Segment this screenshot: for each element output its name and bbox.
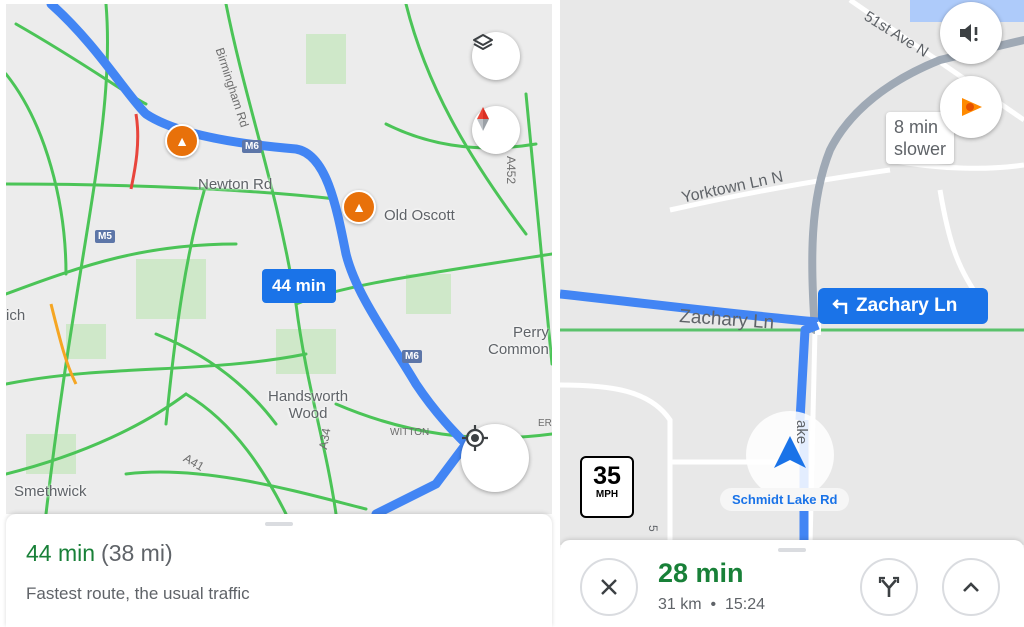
compass-icon (477, 107, 489, 131)
compass-button[interactable] (472, 106, 520, 154)
close-icon (601, 579, 617, 595)
sound-alert-icon (960, 24, 978, 42)
sound-button[interactable] (940, 2, 1002, 64)
map-view[interactable]: Newton Rd Old Oscott Birmingham Rd Perry… (6, 4, 552, 514)
label-five: 5 (646, 525, 660, 532)
route-options-button[interactable] (860, 558, 918, 616)
label-lake: ake (793, 420, 810, 445)
route-summary-sheet[interactable]: 44 min (38 mi) Fastest route, the usual t… (6, 514, 552, 627)
shield-m5: M5 (95, 230, 115, 243)
navigation-bottom-sheet[interactable]: 28 min 31 km • 15:24 (560, 540, 1024, 627)
route-eta-line: 44 min (38 mi) (26, 540, 173, 567)
layers-icon (473, 34, 493, 50)
speed-camera-icon[interactable]: ▲ (342, 190, 376, 224)
label-perry-common: Perry Common (488, 324, 549, 358)
shield-m6-mid: M6 (402, 350, 422, 363)
google-play-music-icon (962, 98, 982, 116)
label-handsworth-wood: Handsworth Wood (268, 388, 349, 422)
label-ich: ich (6, 307, 26, 324)
fork-route-icon (878, 576, 900, 597)
speed-limit-value: 35 (593, 462, 621, 490)
separator-dot: • (706, 596, 721, 613)
expand-sheet-button[interactable] (942, 558, 1000, 616)
speed-limit-sign: 35 MPH (580, 456, 634, 518)
speed-limit-unit: MPH (595, 489, 619, 500)
turn-left-icon (832, 299, 848, 314)
current-street-label: Schmidt Lake Rd (720, 488, 850, 511)
route-description: Fastest route, the usual traffic (26, 584, 250, 603)
label-old-oscott: Old Oscott (384, 207, 455, 224)
label-witton: WITTON (390, 427, 430, 438)
my-location-icon (462, 425, 488, 451)
layers-button[interactable] (472, 32, 520, 80)
my-location-button[interactable] (461, 424, 529, 492)
route-duration-badge[interactable]: 44 min (262, 269, 336, 303)
chevron-up-icon (963, 582, 979, 592)
label-a452: A452 (504, 156, 518, 185)
navigation-arrival-time: 15:24 (724, 596, 766, 613)
exit-navigation-button[interactable] (580, 558, 638, 616)
shield-m6-top: M6 (242, 140, 262, 153)
route-eta: 44 min (26, 540, 96, 566)
speed-camera-icon[interactable]: ▲ (165, 124, 199, 158)
label-er: ER (538, 418, 552, 429)
label-smethwick: Smethwick (14, 483, 87, 500)
route-distance: (38 mi) (101, 540, 173, 566)
navigation-trip-meta: 31 km • 15:24 (658, 596, 765, 614)
music-app-button[interactable] (940, 76, 1002, 138)
sheet-drag-handle[interactable] (778, 548, 806, 552)
route-overview-panel: Newton Rd Old Oscott Birmingham Rd Perry… (0, 0, 556, 627)
navigation-map[interactable]: 51st Ave N Yorktown Ln N Zachary Ln ake … (560, 0, 1024, 545)
navigation-panel: 51st Ave N Yorktown Ln N Zachary Ln ake … (560, 0, 1024, 627)
navigation-eta: 28 min (658, 558, 744, 588)
sheet-drag-handle[interactable] (265, 522, 293, 526)
navigation-distance: 31 km (658, 596, 702, 613)
next-turn-street: Zachary Ln (856, 295, 958, 316)
label-newton-rd: Newton Rd (198, 176, 273, 193)
next-turn-banner[interactable]: Zachary Ln (818, 288, 988, 324)
